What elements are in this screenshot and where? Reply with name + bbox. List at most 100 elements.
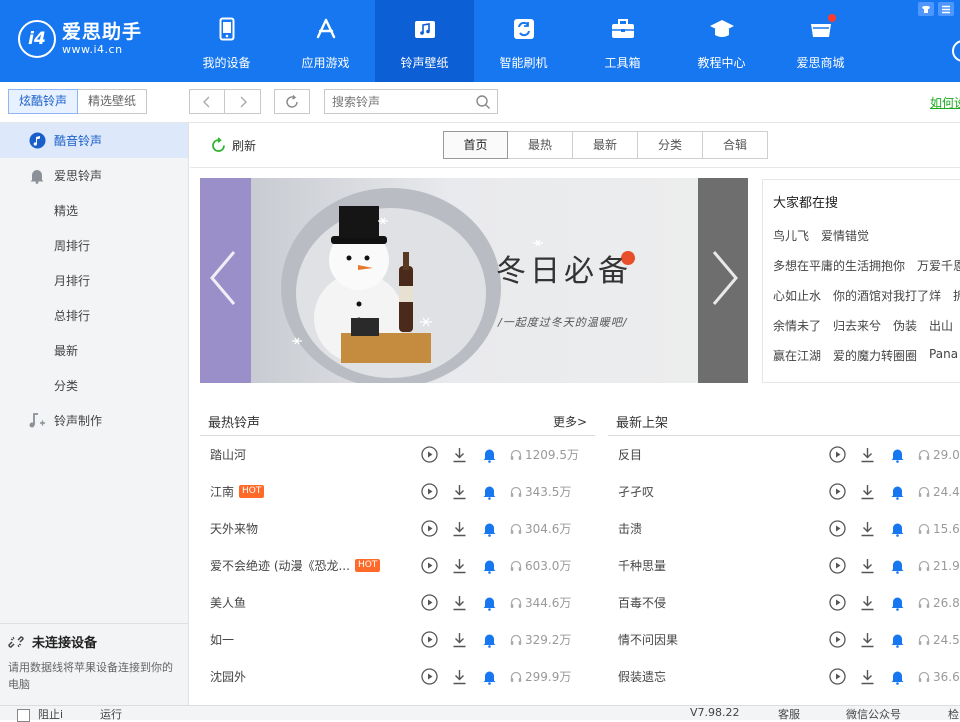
sidebar-item-featured[interactable]: 精选	[0, 193, 188, 228]
play-icon[interactable]	[828, 594, 846, 612]
download-icon[interactable]	[450, 446, 468, 464]
play-icon[interactable]	[420, 594, 438, 612]
song-row[interactable]: 击溃 15.6	[618, 510, 960, 547]
tab-categories[interactable]: 分类	[638, 131, 703, 159]
app-logo[interactable]: i4 爱思助手 www.i4.cn	[18, 20, 142, 58]
download-icon[interactable]	[450, 483, 468, 501]
play-icon[interactable]	[828, 520, 846, 538]
play-icon[interactable]	[420, 668, 438, 686]
back-button[interactable]	[189, 89, 225, 114]
sidebar-item-make-ringtone[interactable]: 铃声制作	[0, 403, 188, 438]
nav-toolbox[interactable]: 工具箱	[573, 0, 672, 82]
download-icon[interactable]	[450, 557, 468, 575]
sidebar-item-weekly[interactable]: 周排行	[0, 228, 188, 263]
play-icon[interactable]	[828, 446, 846, 464]
hot-search-term[interactable]: 伪装	[893, 317, 917, 347]
search-icon[interactable]	[475, 94, 491, 113]
song-title[interactable]: 千种思量	[618, 557, 666, 574]
nav-ringtones-wallpapers[interactable]: 铃声壁纸	[375, 0, 474, 82]
tab-collections[interactable]: 合辑	[703, 131, 768, 159]
menu-icon[interactable]	[938, 2, 954, 16]
user-avatar[interactable]	[952, 40, 960, 62]
song-row[interactable]: 假装遗忘 36.6	[618, 658, 960, 695]
nav-my-device[interactable]: 我的设备	[177, 0, 276, 82]
play-icon[interactable]	[420, 557, 438, 575]
download-icon[interactable]	[450, 631, 468, 649]
download-icon[interactable]	[858, 446, 876, 464]
song-title[interactable]: 踏山河	[210, 446, 246, 463]
song-title[interactable]: 如一	[210, 631, 234, 648]
chevron-left-icon[interactable]	[208, 248, 238, 308]
block-itunes-checkbox[interactable]	[17, 709, 30, 722]
tab-ringtones[interactable]: 炫酷铃声	[8, 89, 79, 114]
tab-newest[interactable]: 最新	[573, 131, 638, 159]
skin-icon[interactable]	[918, 2, 934, 16]
download-icon[interactable]	[858, 594, 876, 612]
song-row[interactable]: 江南 HOT 343.5万	[210, 473, 600, 510]
download-icon[interactable]	[858, 668, 876, 686]
hot-search-term[interactable]: 余情未了	[773, 317, 821, 347]
set-ringtone-bell-icon[interactable]	[888, 446, 906, 464]
set-ringtone-bell-icon[interactable]	[888, 520, 906, 538]
song-title[interactable]: 美人鱼	[210, 594, 246, 611]
forward-button[interactable]	[225, 89, 261, 114]
hot-search-term[interactable]: 多想在平庸的生活拥抱你	[773, 257, 905, 287]
set-ringtone-bell-icon[interactable]	[888, 631, 906, 649]
hot-search-term[interactable]: 万爱千恩	[917, 257, 960, 287]
song-row[interactable]: 天外来物 304.6万	[210, 510, 600, 547]
song-title[interactable]: 沈园外	[210, 668, 246, 685]
set-ringtone-bell-icon[interactable]	[480, 483, 498, 501]
play-icon[interactable]	[828, 631, 846, 649]
set-ringtone-bell-icon[interactable]	[480, 668, 498, 686]
download-icon[interactable]	[858, 631, 876, 649]
play-icon[interactable]	[420, 446, 438, 464]
play-icon[interactable]	[420, 520, 438, 538]
song-title[interactable]: 情不问因果	[618, 631, 678, 648]
set-ringtone-bell-icon[interactable]	[888, 668, 906, 686]
song-title[interactable]: 击溃	[618, 520, 642, 537]
hot-search-term[interactable]: 爱情错觉	[821, 227, 869, 257]
play-icon[interactable]	[828, 668, 846, 686]
download-icon[interactable]	[858, 557, 876, 575]
song-row[interactable]: 踏山河 1209.5万	[210, 436, 600, 473]
nav-tutorials[interactable]: 教程中心	[672, 0, 771, 82]
hot-search-term[interactable]: 拆	[953, 287, 960, 317]
hot-search-term[interactable]: 出山	[929, 317, 953, 347]
tab-hottest[interactable]: 最热	[508, 131, 573, 159]
hot-search-term[interactable]: 赢在江湖	[773, 347, 821, 377]
song-row[interactable]: 反目 29.0	[618, 436, 960, 473]
song-title[interactable]: 假装遗忘	[618, 668, 666, 685]
song-row[interactable]: 情不问因果 24.5	[618, 621, 960, 658]
song-title[interactable]: 江南	[210, 483, 234, 500]
song-row[interactable]: 千种思量 21.9	[618, 547, 960, 584]
play-icon[interactable]	[420, 483, 438, 501]
set-ringtone-bell-icon[interactable]	[480, 520, 498, 538]
song-row[interactable]: 如一 329.2万	[210, 621, 600, 658]
song-row[interactable]: 沈园外 299.9万	[210, 658, 600, 695]
song-title[interactable]: 百毒不侵	[618, 594, 666, 611]
play-icon[interactable]	[828, 557, 846, 575]
hot-search-term[interactable]: 归去来兮	[833, 317, 881, 347]
song-row[interactable]: 百毒不侵 26.8	[618, 584, 960, 621]
tab-home[interactable]: 首页	[443, 131, 508, 159]
set-ringtone-bell-icon[interactable]	[480, 446, 498, 464]
hot-search-term[interactable]: 鸟儿飞	[773, 227, 809, 257]
set-ringtone-bell-icon[interactable]	[888, 483, 906, 501]
chevron-right-icon[interactable]	[710, 248, 740, 308]
song-title[interactable]: 爱不会绝迹 (动漫《恐龙...	[210, 557, 350, 574]
hot-search-term[interactable]: 爱的魔力转圈圈	[833, 347, 917, 377]
sidebar-item-monthly[interactable]: 月排行	[0, 263, 188, 298]
sidebar-item-category[interactable]: 分类	[0, 368, 188, 403]
sidebar-item-latest[interactable]: 最新	[0, 333, 188, 368]
download-icon[interactable]	[858, 520, 876, 538]
sidebar-item-alltime[interactable]: 总排行	[0, 298, 188, 333]
download-icon[interactable]	[450, 594, 468, 612]
song-title[interactable]: 反目	[618, 446, 642, 463]
set-ringtone-bell-icon[interactable]	[480, 557, 498, 575]
hot-search-term[interactable]: 你的酒馆对我打了烊	[833, 287, 941, 317]
play-icon[interactable]	[828, 483, 846, 501]
tab-wallpapers[interactable]: 精选壁纸	[78, 89, 148, 114]
set-ringtone-bell-icon[interactable]	[888, 557, 906, 575]
set-ringtone-bell-icon[interactable]	[480, 594, 498, 612]
sidebar-item-kuyin[interactable]: 酷音铃声	[0, 123, 188, 158]
